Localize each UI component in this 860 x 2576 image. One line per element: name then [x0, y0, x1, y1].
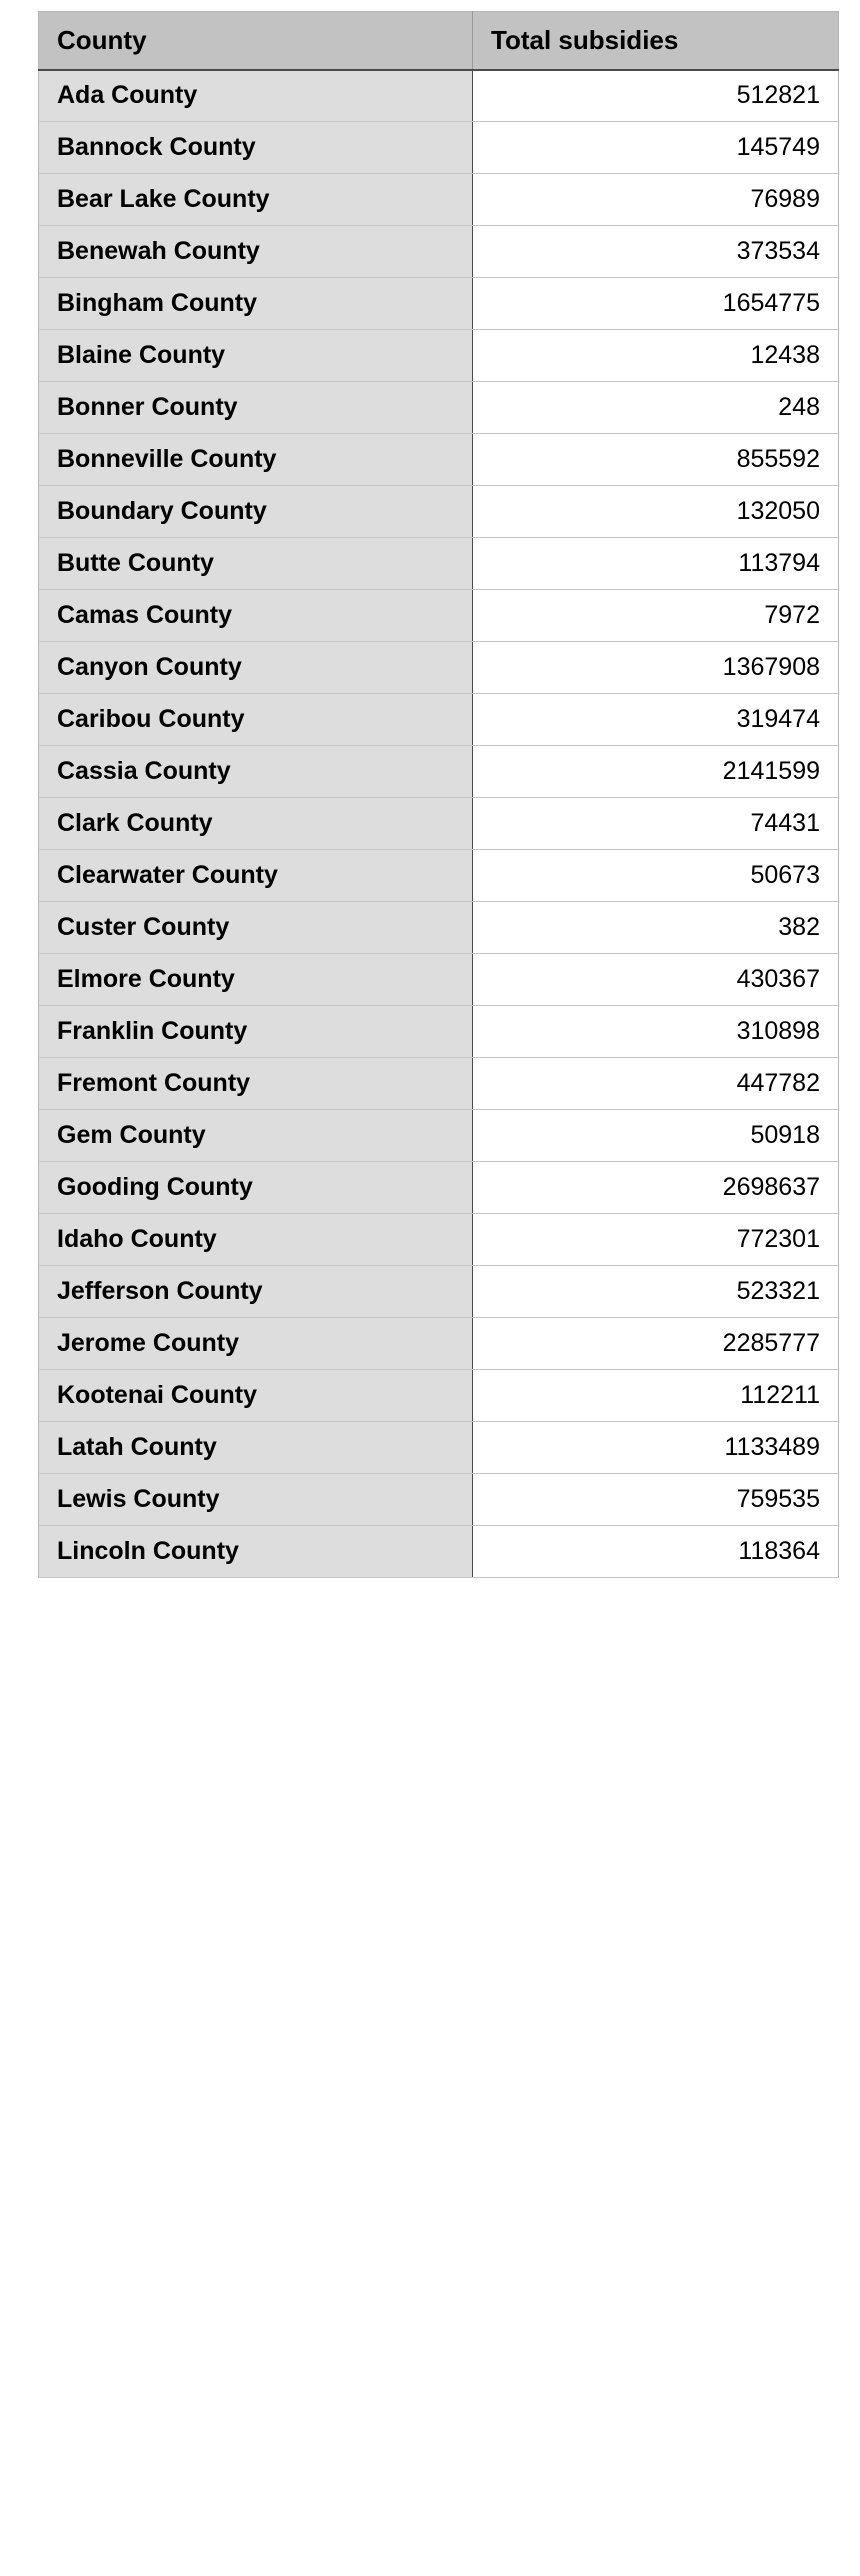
table-row[interactable]: Ada County 512821	[38, 69, 839, 122]
cell-county: Jefferson County	[38, 1265, 473, 1318]
cell-county: Butte County	[38, 537, 473, 590]
cell-county: Gem County	[38, 1109, 473, 1162]
cell-total-subsidies: 373534	[472, 225, 839, 278]
table-row[interactable]: Caribou County 319474	[38, 693, 839, 746]
cell-total-subsidies: 74431	[472, 797, 839, 850]
cell-county: Benewah County	[38, 225, 473, 278]
cell-total-subsidies: 76989	[472, 173, 839, 226]
cell-total-subsidies: 113794	[472, 537, 839, 590]
cell-county: Caribou County	[38, 693, 473, 746]
cell-total-subsidies: 2285777	[472, 1317, 839, 1370]
cell-total-subsidies: 310898	[472, 1005, 839, 1058]
cell-total-subsidies: 759535	[472, 1473, 839, 1526]
cell-total-subsidies: 772301	[472, 1213, 839, 1266]
cell-total-subsidies: 112211	[472, 1369, 839, 1422]
cell-county: Canyon County	[38, 641, 473, 694]
cell-total-subsidies: 523321	[472, 1265, 839, 1318]
cell-total-subsidies: 145749	[472, 121, 839, 174]
cell-total-subsidies: 7972	[472, 589, 839, 642]
table-row[interactable]: Blaine County 12438	[38, 329, 839, 382]
cell-total-subsidies: 382	[472, 901, 839, 954]
table-container: County Total subsidies Ada County 512821 B…	[0, 0, 860, 1578]
cell-total-subsidies: 512821	[472, 69, 839, 122]
cell-county: Bingham County	[38, 277, 473, 330]
table-row[interactable]: Custer County 382	[38, 901, 839, 954]
table-row[interactable]: Jerome County 2285777	[38, 1317, 839, 1370]
cell-county: Cassia County	[38, 745, 473, 798]
cell-total-subsidies: 132050	[472, 485, 839, 538]
cell-total-subsidies: 50673	[472, 849, 839, 902]
table-row[interactable]: Idaho County 772301	[38, 1213, 839, 1266]
column-header-county[interactable]: County	[38, 11, 473, 71]
table-row[interactable]: Elmore County 430367	[38, 953, 839, 1006]
table-row[interactable]: Gooding County 2698637	[38, 1161, 839, 1214]
cell-total-subsidies: 50918	[472, 1109, 839, 1162]
cell-county: Clark County	[38, 797, 473, 850]
cell-total-subsidies: 430367	[472, 953, 839, 1006]
cell-county: Latah County	[38, 1421, 473, 1474]
cell-county: Gooding County	[38, 1161, 473, 1214]
cell-total-subsidies: 855592	[472, 433, 839, 486]
cell-county: Ada County	[38, 69, 473, 122]
cell-county: Lewis County	[38, 1473, 473, 1526]
table-body: Ada County 512821 Bannock County 145749 Bear…	[38, 69, 839, 1578]
table-row[interactable]: Latah County 1133489	[38, 1421, 839, 1474]
table-row[interactable]: Boundary County 132050	[38, 485, 839, 538]
cell-total-subsidies: 248	[472, 381, 839, 434]
table-row[interactable]: Lewis County 759535	[38, 1473, 839, 1526]
table-row[interactable]: Franklin County 310898	[38, 1005, 839, 1058]
table-row[interactable]: Camas County 7972	[38, 589, 839, 642]
cell-county: Bonner County	[38, 381, 473, 434]
table-row[interactable]: Bannock County 145749	[38, 121, 839, 174]
cell-total-subsidies: 447782	[472, 1057, 839, 1110]
cell-total-subsidies: 118364	[472, 1525, 839, 1578]
cell-total-subsidies: 319474	[472, 693, 839, 746]
cell-total-subsidies: 1367908	[472, 641, 839, 694]
cell-county: Idaho County	[38, 1213, 473, 1266]
cell-county: Fremont County	[38, 1057, 473, 1110]
table-row[interactable]: Canyon County 1367908	[38, 641, 839, 694]
table-row[interactable]: Benewah County 373534	[38, 225, 839, 278]
subsidies-table: County Total subsidies Ada County 512821 B…	[38, 11, 839, 1578]
column-header-total-subsidies[interactable]: Total subsidies	[472, 11, 839, 71]
cell-county: Custer County	[38, 901, 473, 954]
cell-total-subsidies: 2141599	[472, 745, 839, 798]
cell-county: Elmore County	[38, 953, 473, 1006]
cell-total-subsidies: 2698637	[472, 1161, 839, 1214]
table-row[interactable]: Jefferson County 523321	[38, 1265, 839, 1318]
cell-county: Bonneville County	[38, 433, 473, 486]
table-row[interactable]: Gem County 50918	[38, 1109, 839, 1162]
cell-county: Clearwater County	[38, 849, 473, 902]
table-row[interactable]: Bingham County 1654775	[38, 277, 839, 330]
cell-county: Camas County	[38, 589, 473, 642]
table-row[interactable]: Butte County 113794	[38, 537, 839, 590]
cell-county: Jerome County	[38, 1317, 473, 1370]
table-row[interactable]: Clearwater County 50673	[38, 849, 839, 902]
cell-total-subsidies: 1133489	[472, 1421, 839, 1474]
table-row[interactable]: Bonner County 248	[38, 381, 839, 434]
cell-county: Kootenai County	[38, 1369, 473, 1422]
table-row[interactable]: Bear Lake County 76989	[38, 173, 839, 226]
cell-total-subsidies: 12438	[472, 329, 839, 382]
cell-total-subsidies: 1654775	[472, 277, 839, 330]
table-row[interactable]: Clark County 74431	[38, 797, 839, 850]
cell-county: Bear Lake County	[38, 173, 473, 226]
cell-county: Blaine County	[38, 329, 473, 382]
cell-county: Franklin County	[38, 1005, 473, 1058]
table-row[interactable]: Bonneville County 855592	[38, 433, 839, 486]
cell-county: Boundary County	[38, 485, 473, 538]
table-row[interactable]: Cassia County 2141599	[38, 745, 839, 798]
table-row[interactable]: Fremont County 447782	[38, 1057, 839, 1110]
table-header: County Total subsidies	[38, 11, 839, 71]
table-row[interactable]: Kootenai County 112211	[38, 1369, 839, 1422]
cell-county: Lincoln County	[38, 1525, 473, 1578]
table-row[interactable]: Lincoln County 118364	[38, 1525, 839, 1578]
table-header-row: County Total subsidies	[38, 11, 839, 71]
cell-county: Bannock County	[38, 121, 473, 174]
